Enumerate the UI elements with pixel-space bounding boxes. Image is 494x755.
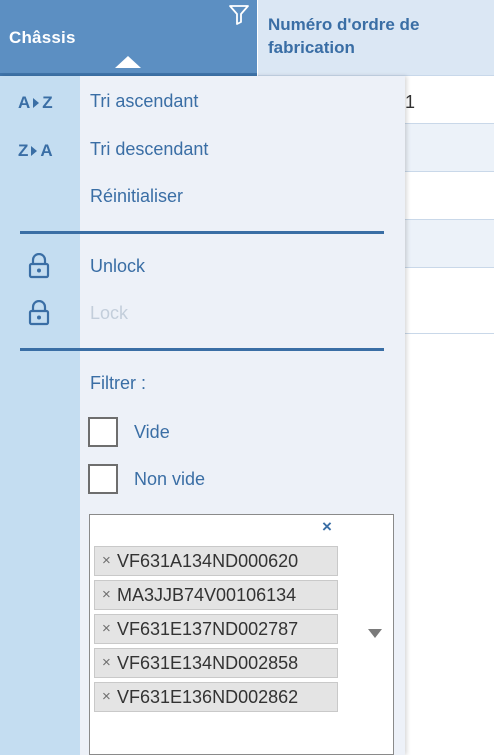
lock-icon [28, 300, 50, 326]
menu-divider [20, 231, 384, 234]
selected-tag: × MA3JJB74V00106134 [94, 580, 338, 610]
remove-tag-icon[interactable]: × [102, 586, 111, 603]
selected-tag: × VF631E134ND002858 [94, 648, 338, 678]
reset-item[interactable]: Réinitialiser [0, 176, 405, 216]
lock-label: Lock [90, 303, 129, 323]
tag-label: VF631A134ND000620 [117, 551, 299, 571]
filter-empty-label: Vide [134, 422, 170, 442]
filter-not-empty-label: Non vide [134, 469, 206, 489]
sort-descending-item[interactable]: ZA Tri descendant [0, 129, 405, 169]
table-row[interactable] [405, 172, 494, 220]
remove-tag-icon[interactable]: × [102, 688, 111, 705]
lock-item: Lock [0, 293, 405, 333]
sort-ascending-icon[interactable] [115, 56, 141, 68]
chevron-down-icon[interactable] [368, 629, 382, 638]
sort-z-a-icon: ZA [18, 141, 53, 160]
unlock-icon [28, 253, 50, 279]
selected-tag: × VF631E136ND002862 [94, 682, 338, 712]
tag-label: MA3JJB74V00106134 [117, 585, 297, 605]
tag-label: VF631E136ND002862 [117, 687, 299, 707]
column-menu-popup: AZ Tri ascendant ZA Tri descendant Réini… [0, 76, 405, 755]
selected-tag: × VF631A134ND000620 [94, 546, 338, 576]
table-row[interactable] [405, 220, 494, 268]
column-header-chassis-label: Châssis [9, 28, 76, 47]
remove-tag-icon[interactable]: × [102, 552, 111, 569]
sort-ascending-label: Tri ascendant [90, 91, 199, 111]
column-header-chassis[interactable]: Châssis [0, 0, 257, 76]
menu-divider [20, 348, 384, 351]
clear-all-icon[interactable]: × [322, 517, 332, 537]
table-row[interactable] [405, 268, 494, 334]
filter-values-multiselect[interactable]: × × VF631A134ND000620 × MA3JJB74V0010613… [89, 514, 394, 755]
remove-tag-icon[interactable]: × [102, 654, 111, 671]
sort-ascending-item[interactable]: AZ Tri ascendant [0, 81, 405, 121]
filter-not-empty-checkbox[interactable] [88, 464, 118, 494]
table-row[interactable] [405, 76, 494, 124]
filter-icon[interactable] [228, 3, 250, 27]
remove-tag-icon[interactable]: × [102, 620, 111, 637]
tag-label: VF631E134ND002858 [117, 653, 299, 673]
filter-empty-checkbox[interactable] [88, 417, 118, 447]
table-row[interactable] [405, 124, 494, 172]
selected-tags-list: × VF631A134ND000620 × MA3JJB74V00106134 … [94, 546, 338, 721]
filter-title: Filtrer : [90, 373, 146, 393]
sort-descending-label: Tri descendant [90, 139, 209, 159]
tag-label: VF631E137ND002787 [117, 619, 299, 639]
column-header-numero[interactable]: Numéro d'ordre de fabrication [258, 0, 494, 76]
reset-label: Réinitialiser [90, 186, 184, 206]
unlock-item[interactable]: Unlock [0, 246, 405, 286]
column-header-numero-label: Numéro d'ordre de fabrication [268, 15, 420, 57]
unlock-label: Unlock [90, 256, 146, 276]
sort-a-z-icon: AZ [18, 93, 53, 112]
selected-tag: × VF631E137ND002787 [94, 614, 338, 644]
